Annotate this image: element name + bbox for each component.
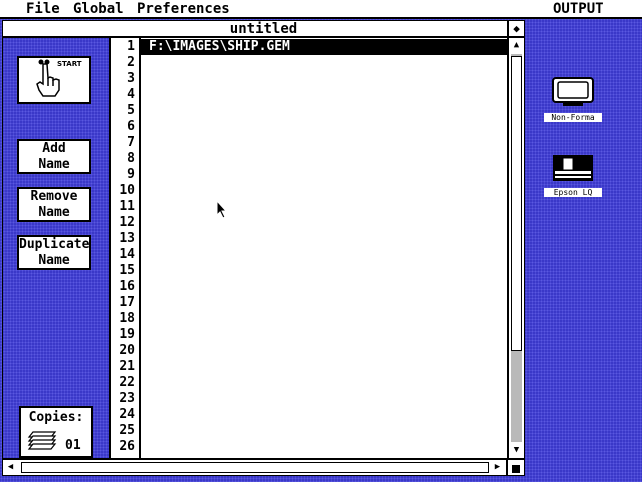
vertical-scroll-thumb[interactable]	[511, 56, 522, 351]
add-name-button[interactable]: Add Name	[17, 139, 91, 174]
list-item[interactable]: F:\IMAGES\SHIP.GEM	[141, 39, 507, 55]
line-number: 2	[127, 55, 135, 70]
line-number: 25	[119, 423, 135, 438]
horizontal-scrollbar[interactable]: ◀ ▶	[3, 458, 524, 475]
line-numbers: 1 2 3 4 5 6 7 8 9 10 11 12 13 14 15 16 17 18 19 20 21 22 23 24 2…	[109, 38, 141, 458]
file-list[interactable]: F:\IMAGES\SHIP.GEM	[141, 38, 507, 458]
line-number: 3	[127, 71, 135, 86]
horizontal-scroll-thumb[interactable]	[21, 462, 489, 473]
menu-global[interactable]: Global	[73, 0, 124, 19]
scroll-down-icon[interactable]: ▼	[509, 443, 524, 458]
line-number: 23	[119, 391, 135, 406]
resize-handle-icon[interactable]	[506, 460, 522, 475]
menu-preferences[interactable]: Preferences	[137, 0, 230, 19]
mouse-pointer-icon	[216, 200, 228, 219]
line-number: 22	[119, 375, 135, 390]
line-number: 9	[127, 167, 135, 182]
control-panel: START Add Name Remove Name Duplicate Nam…	[3, 38, 109, 458]
monitor-icon[interactable]: Non-Forma	[544, 76, 602, 122]
line-number: 20	[119, 343, 135, 358]
scroll-left-icon[interactable]: ◀	[3, 460, 18, 475]
line-number: 1	[127, 39, 135, 54]
line-number: 21	[119, 359, 135, 374]
line-number: 24	[119, 407, 135, 422]
remove-name-button[interactable]: Remove Name	[17, 187, 91, 222]
duplicate-name-label-2: Name	[38, 253, 70, 268]
line-number: 13	[119, 231, 135, 246]
line-number: 11	[119, 199, 135, 214]
monitor-graphic	[552, 77, 594, 106]
line-number: 4	[127, 87, 135, 102]
line-number: 8	[127, 151, 135, 166]
scroll-right-icon[interactable]: ▶	[490, 460, 505, 475]
copies-value[interactable]: 01	[65, 438, 81, 454]
line-number: 16	[119, 279, 135, 294]
menu-bar: File Global Preferences OUTPUT	[0, 0, 642, 19]
copies-box[interactable]: Copies: 01	[19, 406, 93, 458]
printer-graphic	[553, 155, 593, 181]
line-number: 17	[119, 295, 135, 310]
line-number: 18	[119, 311, 135, 326]
copies-label: Copies:	[28, 410, 84, 425]
window-title: untitled	[229, 21, 298, 37]
printer-label: Epson LQ	[544, 188, 602, 197]
line-number: 6	[127, 119, 135, 134]
fuller-icon[interactable]: ◆	[507, 21, 524, 36]
line-number: 7	[127, 135, 135, 150]
duplicate-name-label-1: Duplicate	[19, 237, 90, 252]
line-number: 15	[119, 263, 135, 278]
paper-stack-icon	[27, 431, 57, 450]
monitor-label: Non-Forma	[544, 113, 602, 122]
line-number: 5	[127, 103, 135, 118]
line-number: 14	[119, 247, 135, 262]
start-label: START	[57, 60, 82, 68]
duplicate-name-button[interactable]: Duplicate Name	[17, 235, 91, 270]
remove-name-label-2: Name	[38, 205, 70, 220]
main-window: untitled ◆ START Add Name Remove Name Du…	[2, 20, 525, 476]
remove-name-label-1: Remove	[30, 189, 78, 204]
line-number: 19	[119, 327, 135, 342]
add-name-label-2: Name	[38, 157, 70, 172]
line-number: 10	[119, 183, 135, 198]
window-title-bar[interactable]: untitled ◆	[3, 21, 524, 38]
pointing-hand-icon: START	[36, 59, 82, 97]
add-name-label-1: Add	[42, 141, 66, 156]
scroll-up-icon[interactable]: ▲	[509, 38, 524, 53]
line-number: 26	[119, 439, 135, 454]
menu-file[interactable]: File	[26, 0, 60, 19]
printer-icon[interactable]: Epson LQ	[544, 153, 602, 197]
app-name: OUTPUT	[553, 1, 604, 17]
vertical-scrollbar[interactable]: ▲ ▼	[507, 38, 524, 458]
line-number: 12	[119, 215, 135, 230]
start-button[interactable]: START	[17, 56, 91, 104]
